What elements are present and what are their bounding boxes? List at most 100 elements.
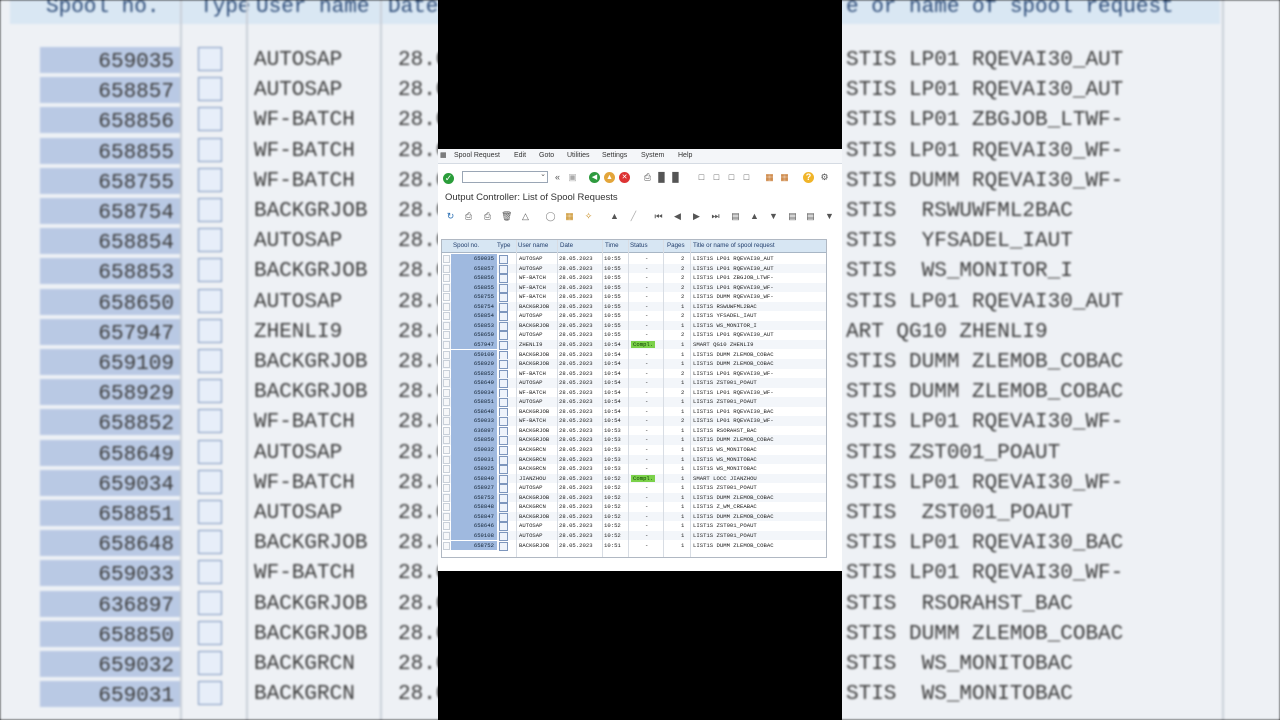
cell-spool-no[interactable]: 658752 — [451, 540, 497, 550]
print-icon[interactable]: ⎙ — [642, 172, 653, 183]
cell-spool-no[interactable]: 657947 — [451, 339, 497, 350]
cell-spool-no[interactable]: 658929 — [451, 359, 497, 369]
last-page-icon[interactable]: □ — [741, 172, 752, 183]
cell-spool-no[interactable]: 658753 — [451, 492, 497, 503]
sort-asc-icon[interactable]: ▲ — [749, 211, 760, 222]
exit-icon[interactable]: ▲ — [604, 172, 615, 183]
table-row[interactable]: 658650 AUTOSAP 28.05.2023 10:55 - 2 LIST1S LP0… — [442, 330, 826, 341]
cancel-icon[interactable]: ✕ — [619, 172, 630, 183]
row-select-checkbox[interactable] — [443, 417, 450, 426]
table-row[interactable]: 659109 BACKGRJOB 28.05.2023 10:54 - 1 LIST1S D… — [442, 349, 826, 360]
table-row[interactable]: 658852 WF-BATCH 28.05.2023 10:54 - 2 LIST1S LP… — [442, 368, 826, 379]
first-page-icon[interactable]: □ — [696, 172, 707, 183]
cell-spool-no[interactable]: 659035 — [451, 254, 497, 264]
double-left-icon[interactable]: « — [552, 172, 563, 183]
menu-spool-request[interactable]: Spool Request — [454, 152, 500, 159]
row-select-checkbox[interactable] — [443, 503, 450, 512]
filter-icon[interactable]: ▼ — [824, 211, 835, 222]
menu-edit[interactable]: Edit — [514, 152, 526, 159]
row-select-checkbox[interactable] — [443, 312, 450, 321]
save-icon[interactable]: ▣ — [567, 172, 578, 183]
menu-help[interactable]: Help — [678, 152, 692, 159]
row-select-checkbox[interactable] — [443, 436, 450, 445]
table-row[interactable]: 659032 BACKGRCN 28.05.2023 10:53 - 1 LIST1S WS… — [442, 445, 826, 455]
details-icon[interactable]: ▤ — [730, 211, 741, 222]
table-row[interactable]: 658755 WF-BATCH 28.05.2023 10:55 - 2 LIST1S DU… — [442, 292, 826, 303]
col-title[interactable]: Title or name of spool request — [693, 242, 775, 249]
cell-spool-no[interactable]: 658849 — [451, 473, 497, 484]
display-icon[interactable]: ◯ — [545, 211, 556, 222]
table-row[interactable]: 659033 WF-BATCH 28.05.2023 10:54 - 2 LIST1S LP… — [442, 416, 826, 427]
menu-system[interactable]: System — [641, 152, 664, 159]
cell-spool-no[interactable]: 658855 — [451, 282, 497, 293]
sort-desc-icon[interactable]: ▼ — [768, 211, 779, 222]
row-select-checkbox[interactable] — [443, 493, 450, 502]
table-row[interactable]: 659034 WF-BATCH 28.05.2023 10:54 - 2 LIST1S LP… — [442, 387, 826, 398]
table-row[interactable]: 657947 ZHENLI9 28.05.2023 10:54 Compl. 1 SMART… — [442, 339, 826, 350]
table-row[interactable]: 658848 BACKGRCN 28.05.2023 10:52 - 1 LIST1S Z_… — [442, 502, 826, 513]
cell-spool-no[interactable]: 659034 — [451, 387, 497, 398]
shortcut-icon[interactable]: ▦ — [779, 172, 790, 183]
table-row[interactable]: 659108 AUTOSAP 28.05.2023 10:52 - 1 LIST1S ZST… — [442, 530, 826, 541]
row-select-checkbox[interactable] — [443, 293, 450, 302]
table-row[interactable]: 658854 AUTOSAP 28.05.2023 10:55 - 2 LIST1S YFS… — [442, 311, 826, 322]
row-select-checkbox[interactable] — [443, 512, 450, 521]
row-select-checkbox[interactable] — [443, 350, 450, 359]
print-direct-icon[interactable]: ⎙ — [463, 211, 474, 222]
cell-spool-no[interactable]: 658847 — [451, 511, 497, 522]
cell-spool-no[interactable]: 659109 — [451, 349, 497, 359]
select-layout-icon[interactable]: ▤ — [787, 211, 798, 222]
export-icon[interactable]: ▤ — [805, 211, 816, 222]
col-date[interactable]: Date — [560, 242, 573, 249]
cell-spool-no[interactable]: 658646 — [451, 521, 497, 531]
row-select-checkbox[interactable] — [443, 340, 450, 349]
row-select-checkbox[interactable] — [443, 369, 450, 378]
table-row[interactable]: 658849 JIANZHOU 28.05.2023 10:52 Compl. 1 SMAR… — [442, 473, 826, 484]
table-row[interactable]: 658646 AUTOSAP 28.05.2023 10:52 - 1 LIST1S ZST… — [442, 521, 826, 532]
row-select-checkbox[interactable] — [443, 522, 450, 531]
cell-spool-no[interactable]: 658925 — [451, 464, 497, 474]
table-row[interactable]: 658929 BACKGRJOB 28.05.2023 10:54 - 1 LIST1S D… — [442, 359, 826, 370]
row-select-checkbox[interactable] — [443, 360, 450, 369]
command-field[interactable]: ⌄ — [462, 171, 548, 183]
table-row[interactable]: 658648 BACKGRJOB 28.05.2023 10:54 - 1 LIST1S L… — [442, 406, 826, 417]
cell-spool-no[interactable]: 658851 — [451, 397, 497, 407]
cell-spool-no[interactable]: 658856 — [451, 273, 497, 283]
refresh-icon[interactable]: ↻ — [445, 211, 456, 222]
col-status[interactable]: Status — [630, 242, 648, 249]
menu-settings[interactable]: Settings — [602, 152, 627, 159]
new-session-icon[interactable]: ▦ — [764, 172, 775, 183]
table-row[interactable]: 658649 AUTOSAP 28.05.2023 10:54 - 1 LIST1S ZST… — [442, 378, 826, 389]
send-icon[interactable]: ▲ — [609, 211, 620, 222]
find-icon[interactable]: █ — [656, 172, 667, 183]
cell-spool-no[interactable]: 658755 — [451, 292, 497, 302]
row-select-checkbox[interactable] — [443, 484, 450, 493]
cell-spool-no[interactable]: 659032 — [451, 445, 497, 455]
table-row[interactable]: 636897 BACKGRJOB 28.05.2023 10:53 - 1 LIST1S R… — [442, 425, 826, 436]
table-row[interactable]: 658753 BACKGRJOB 28.05.2023 10:52 - 1 LIST1S D… — [442, 492, 826, 503]
table-row[interactable]: 658857 AUTOSAP 28.05.2023 10:55 - 2 LIST1S LP0… — [442, 263, 826, 274]
layout-settings-icon[interactable]: ⚙ — [819, 172, 830, 183]
row-select-checkbox[interactable] — [443, 283, 450, 292]
cell-spool-no[interactable]: 658754 — [451, 301, 497, 312]
upload-icon[interactable]: △ — [520, 211, 531, 222]
cell-spool-no[interactable]: 658650 — [451, 330, 497, 340]
delete-icon[interactable]: 🗑 — [501, 211, 512, 222]
row-select-checkbox[interactable] — [443, 531, 450, 540]
table-row[interactable]: 658856 WF-BATCH 28.05.2023 10:55 - 2 LIST1S LP… — [442, 273, 826, 284]
cell-spool-no[interactable]: 658850 — [451, 435, 497, 445]
col-user-name[interactable]: User name — [518, 242, 548, 249]
list-type-icon[interactable] — [499, 541, 508, 551]
cell-spool-no[interactable]: 658848 — [451, 502, 497, 512]
table-row[interactable]: 659035 AUTOSAP 28.05.2023 10:55 - 2 LIST1S LP0… — [442, 254, 826, 264]
cell-spool-no[interactable]: 658649 — [451, 378, 497, 388]
col-spool-no[interactable]: Spool no. — [453, 242, 479, 249]
table-row[interactable]: 658927 AUTOSAP 28.05.2023 10:52 - 1 LIST1S ZST… — [442, 483, 826, 494]
row-select-checkbox[interactable] — [443, 388, 450, 397]
col-time[interactable]: Time — [605, 242, 619, 249]
menu-utilities[interactable]: Utilities — [567, 152, 590, 159]
table-row[interactable]: 658855 WF-BATCH 28.05.2023 10:55 - 2 LIST1S LP… — [442, 282, 826, 293]
cell-spool-no[interactable]: 659108 — [451, 530, 497, 541]
print-attrib-icon[interactable]: ⎙ — [482, 211, 493, 222]
row-select-checkbox[interactable] — [443, 455, 450, 464]
